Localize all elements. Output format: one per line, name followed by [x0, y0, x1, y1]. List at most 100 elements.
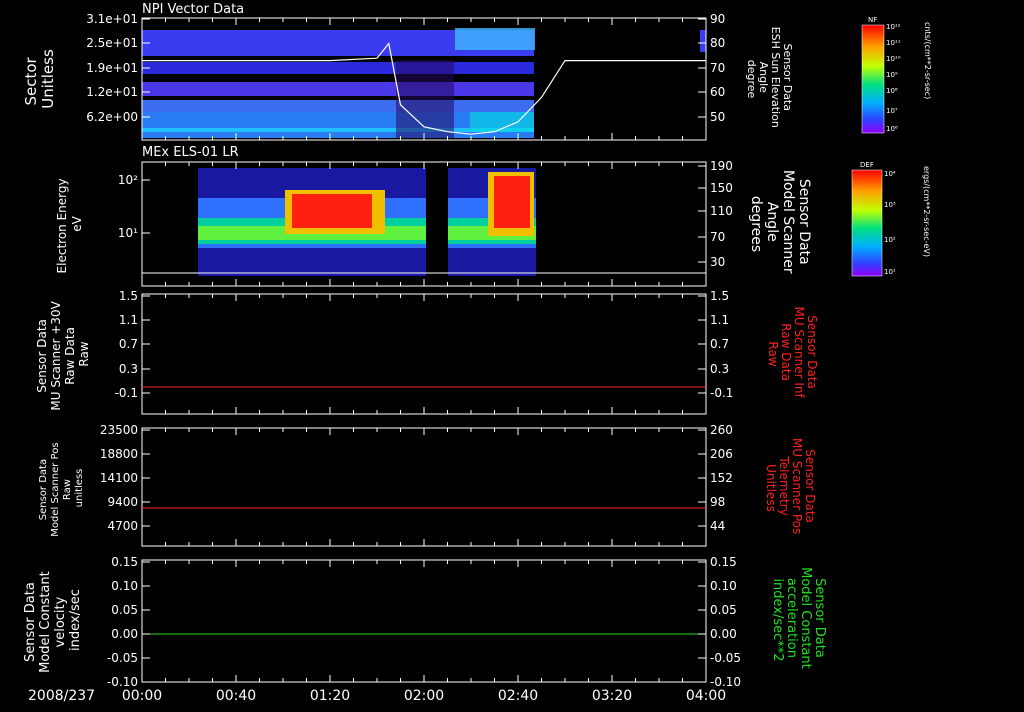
right-tick-label: -0.10: [710, 675, 741, 689]
panel-vel: 0.150.100.050.00-0.05-0.10 0.150.100.050…: [23, 555, 827, 689]
right-axis-label: Sensor Data Model Constant acceleration …: [770, 567, 827, 673]
left-tick-label: -0.05: [107, 651, 138, 665]
plot-canvas: NPI Vector Data 3.1e+01 2.5e+01 1.9e+01 1.2…: [22, 2, 932, 704]
left-tick-label: 0.05: [111, 603, 138, 617]
plot-page: NPI Vector Data 3.1e+01 2.5e+01 1.9e+01 1.2…: [0, 0, 1024, 708]
right-tick-label: -0.1: [710, 386, 733, 400]
colorbar-tick: 10¹⁰: [886, 55, 901, 63]
time-tick-label: 04:00: [686, 688, 726, 704]
right-tick-label: 0.7: [710, 337, 729, 351]
right-axis-label: Sensor Data MU Scanner Pos Telemetry Uni…: [764, 438, 817, 538]
date-label: 2008/237: [28, 688, 95, 704]
colorbar-label: NF: [868, 16, 877, 24]
time-axis: 2008/237 00:00 00:40 01:20 02:00 02:40 03:20 0…: [28, 688, 726, 704]
right-tick-label: 0.00: [710, 627, 737, 641]
colorbar-tick: 10¹: [884, 268, 896, 276]
right-axis: 1.5 1.1 0.7 0.3 -0.1: [698, 289, 733, 400]
panel-title: NPI Vector Data: [142, 2, 244, 17]
heatmap-gap: [426, 168, 448, 276]
right-tick-label: 98: [710, 495, 725, 509]
right-axis: 0.15 0.10 0.05 0.00 -0.05 -0.10: [698, 555, 741, 689]
right-axis: 90 80 70 60 50: [698, 12, 725, 124]
right-tick-label: 44: [710, 519, 725, 533]
left-axis: 23500 18800 14100 9400 4700: [100, 423, 707, 546]
colorbar: [861, 24, 885, 134]
colorbar-tick: 10⁸: [886, 87, 898, 95]
colorbar-tick: 10⁹: [886, 71, 898, 79]
panel-frame: [141, 427, 707, 547]
right-tick-label: 70: [710, 61, 725, 75]
heatmap-band: [142, 100, 534, 112]
right-tick-label: 30: [710, 255, 725, 269]
time-tick-label: 02:40: [498, 688, 538, 704]
time-tick-label: 00:40: [216, 688, 256, 704]
colorbar-unit: cnts/(cm**2-sr-sec): [923, 22, 932, 99]
right-tick-label: 150: [710, 181, 733, 195]
npi-heatmap: [142, 28, 706, 138]
colorbar-tick: 10³: [884, 201, 896, 209]
panel-title: MEx ELS-01 LR: [142, 145, 239, 160]
left-tick-label: 10²: [118, 173, 138, 187]
colorbar-unit: ergs/(cm**2-sr-sec-eV): [922, 166, 931, 257]
left-tick-label: 3.1e+01: [86, 12, 138, 26]
right-tick-label: -0.05: [710, 651, 741, 665]
left-axis: 1.5 1.1 0.7 0.3 -0.1: [115, 289, 707, 414]
heatmap-band: [142, 82, 534, 96]
colorbar-tick: 10¹²: [886, 23, 901, 31]
time-tick-label: 01:20: [310, 688, 350, 704]
right-tick-label: 90: [710, 12, 725, 26]
right-axis-label: Sensor Data Model Scanner Angle degrees: [748, 170, 812, 278]
panel-mu-raw: 1.5 1.1 0.7 0.3 -0.1 1.5 1.1 0.7 0.3 -0.1 Sensor…: [35, 289, 819, 415]
heatmap-hot-region: [494, 176, 530, 228]
time-tick-label: 03:20: [592, 688, 632, 704]
left-tick-label: 6.2e+00: [86, 110, 138, 124]
left-axis-label: Electron Energy eV: [55, 175, 84, 274]
right-tick-label: 50: [710, 110, 725, 124]
panel-els: MEx ELS-01 LR 10² 10¹ 190 150 110 70 30 Elect…: [55, 145, 931, 287]
left-axis-label: Sensor Data MU Scanner +30V Raw Data Raw: [35, 297, 91, 410]
heatmap-band: [142, 62, 534, 74]
colorbar-tick: 10²: [884, 236, 896, 244]
right-tick-label: 70: [710, 230, 725, 244]
left-tick-label: 2.5e+01: [86, 36, 138, 50]
right-tick-label: 190: [710, 159, 733, 173]
left-axis-label: Sector Unitless: [22, 49, 57, 109]
right-tick-label: 260: [710, 423, 733, 437]
panel-pos: 23500 18800 14100 9400 4700 260 206 152 98 44 Se…: [38, 423, 817, 547]
heatmap-void: [396, 60, 454, 138]
time-tick-label: 00:00: [122, 688, 162, 704]
heatmap-hot-region: [455, 28, 535, 50]
left-tick-label: -0.1: [115, 386, 138, 400]
colorbar-def: DEF 10⁴ 10³ 10² 10¹ ergs/(cm**2-sr-sec-e…: [851, 161, 931, 277]
right-axis-label: Sensor Data MU Scanner Inf Raw Data Raw: [766, 306, 819, 401]
colorbar-tick: 10⁴: [884, 170, 896, 178]
colorbar-tick: 10¹¹: [886, 39, 901, 47]
right-axis: 190 150 110 70 30: [698, 159, 733, 269]
left-tick-label: 0.10: [111, 579, 138, 593]
heatmap-hot-region: [292, 194, 372, 228]
left-tick-label: 1.5: [119, 289, 138, 303]
right-tick-label: 0.3: [710, 362, 729, 376]
left-tick-label: 4700: [107, 519, 138, 533]
left-axis: 0.15 0.10 0.05 0.00 -0.05 -0.10: [107, 555, 707, 689]
left-tick-label: 1.2e+01: [86, 85, 138, 99]
colorbar-tick: 10⁶: [886, 125, 898, 133]
left-axis-label: Sensor Data Model Constant velocity inde…: [23, 567, 83, 673]
left-tick-label: 0.3: [119, 362, 138, 376]
right-tick-label: 80: [710, 36, 725, 50]
right-tick-label: 0.05: [710, 603, 737, 617]
right-tick-label: 60: [710, 85, 725, 99]
right-tick-label: 110: [710, 204, 733, 218]
panel-frame: [141, 293, 707, 415]
colorbar-label: DEF: [860, 161, 874, 169]
left-tick-label: 14100: [100, 471, 138, 485]
panel-npi: NPI Vector Data 3.1e+01 2.5e+01 1.9e+01 1.2…: [22, 2, 932, 141]
left-tick-label: 0.15: [111, 555, 138, 569]
right-tick-label: 1.5: [710, 289, 729, 303]
left-tick-label: 0.00: [111, 627, 138, 641]
left-tick-label: 1.1: [119, 313, 138, 327]
left-axis-label: Sensor Data Model Scanner Pos Raw unitle…: [38, 439, 85, 536]
els-heatmap: [198, 168, 536, 276]
right-tick-label: 1.1: [710, 313, 729, 327]
colorbar: [851, 169, 883, 277]
